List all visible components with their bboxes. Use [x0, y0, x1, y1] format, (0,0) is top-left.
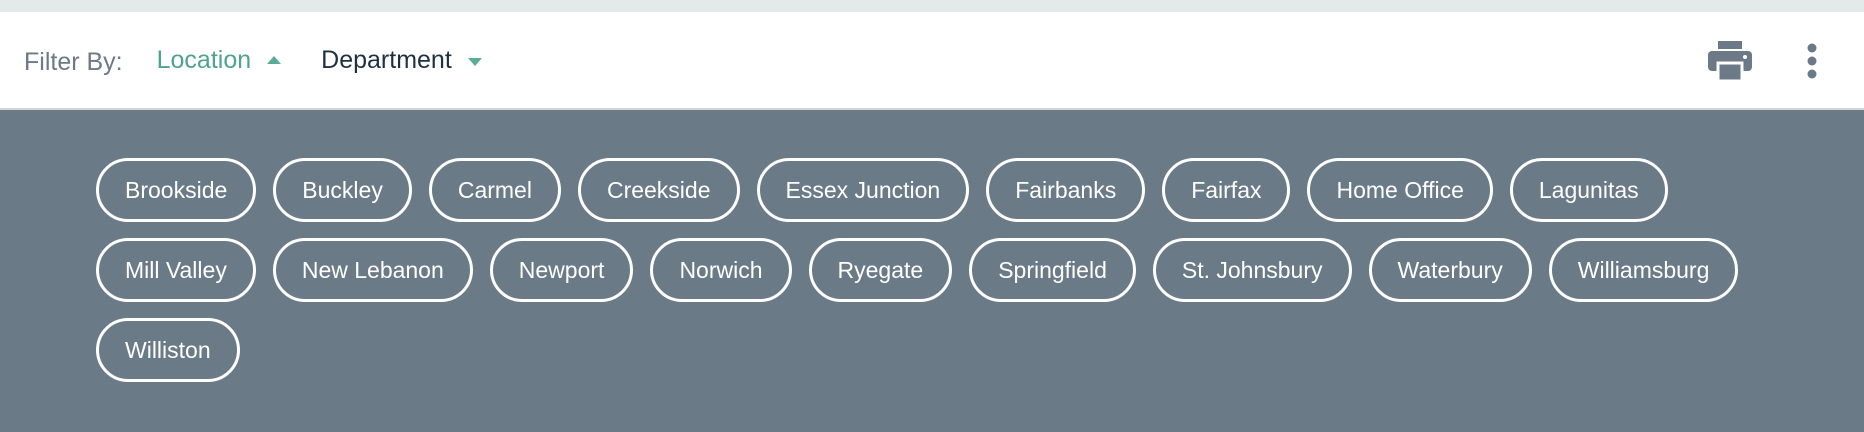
location-chip[interactable]: New Lebanon: [272, 238, 473, 302]
caret-down-icon: [467, 58, 482, 66]
location-chip[interactable]: Lagunitas: [1509, 158, 1668, 222]
location-chip[interactable]: Ryegate: [808, 238, 953, 302]
tab-department-label: Department: [321, 45, 452, 74]
location-chip[interactable]: Brookside: [96, 158, 257, 222]
tab-department[interactable]: Department: [321, 46, 482, 75]
location-chip[interactable]: Newport: [489, 238, 634, 302]
filter-bar: Filter By: Location Department: [0, 12, 1864, 110]
location-chip[interactable]: Creekside: [577, 158, 740, 222]
location-chip[interactable]: Springfield: [969, 238, 1136, 302]
location-chip[interactable]: Carmel: [428, 158, 561, 222]
tab-location-label: Location: [156, 45, 252, 74]
print-icon: [1708, 41, 1752, 81]
location-chip[interactable]: St. Johnsbury: [1152, 238, 1352, 302]
more-options-button[interactable]: [1800, 35, 1824, 87]
location-chip[interactable]: Fairfax: [1162, 158, 1291, 222]
location-chip[interactable]: Essex Junction: [756, 158, 970, 222]
location-chip[interactable]: Williamsburg: [1548, 238, 1739, 302]
caret-up-icon: [267, 56, 282, 64]
location-chip[interactable]: Waterbury: [1368, 238, 1532, 302]
location-chip[interactable]: Williston: [96, 318, 240, 382]
filter-by-label: Filter By:: [24, 47, 123, 76]
location-chip-list: Brookside Buckley Carmel Creekside Essex Jun…: [96, 158, 1796, 398]
print-button[interactable]: [1704, 35, 1756, 87]
location-chip[interactable]: Mill Valley: [96, 238, 256, 302]
toolbar-actions: [1704, 12, 1824, 110]
tab-location[interactable]: Location: [157, 46, 282, 75]
location-chip[interactable]: Norwich: [650, 238, 792, 302]
location-panel: Brookside Buckley Carmel Creekside Essex Jun…: [0, 110, 1864, 432]
location-chip[interactable]: Fairbanks: [986, 158, 1146, 222]
more-vertical-icon: [1807, 43, 1817, 79]
top-strip: [0, 0, 1864, 12]
location-chip[interactable]: Home Office: [1307, 158, 1493, 222]
location-chip[interactable]: Buckley: [273, 158, 412, 222]
